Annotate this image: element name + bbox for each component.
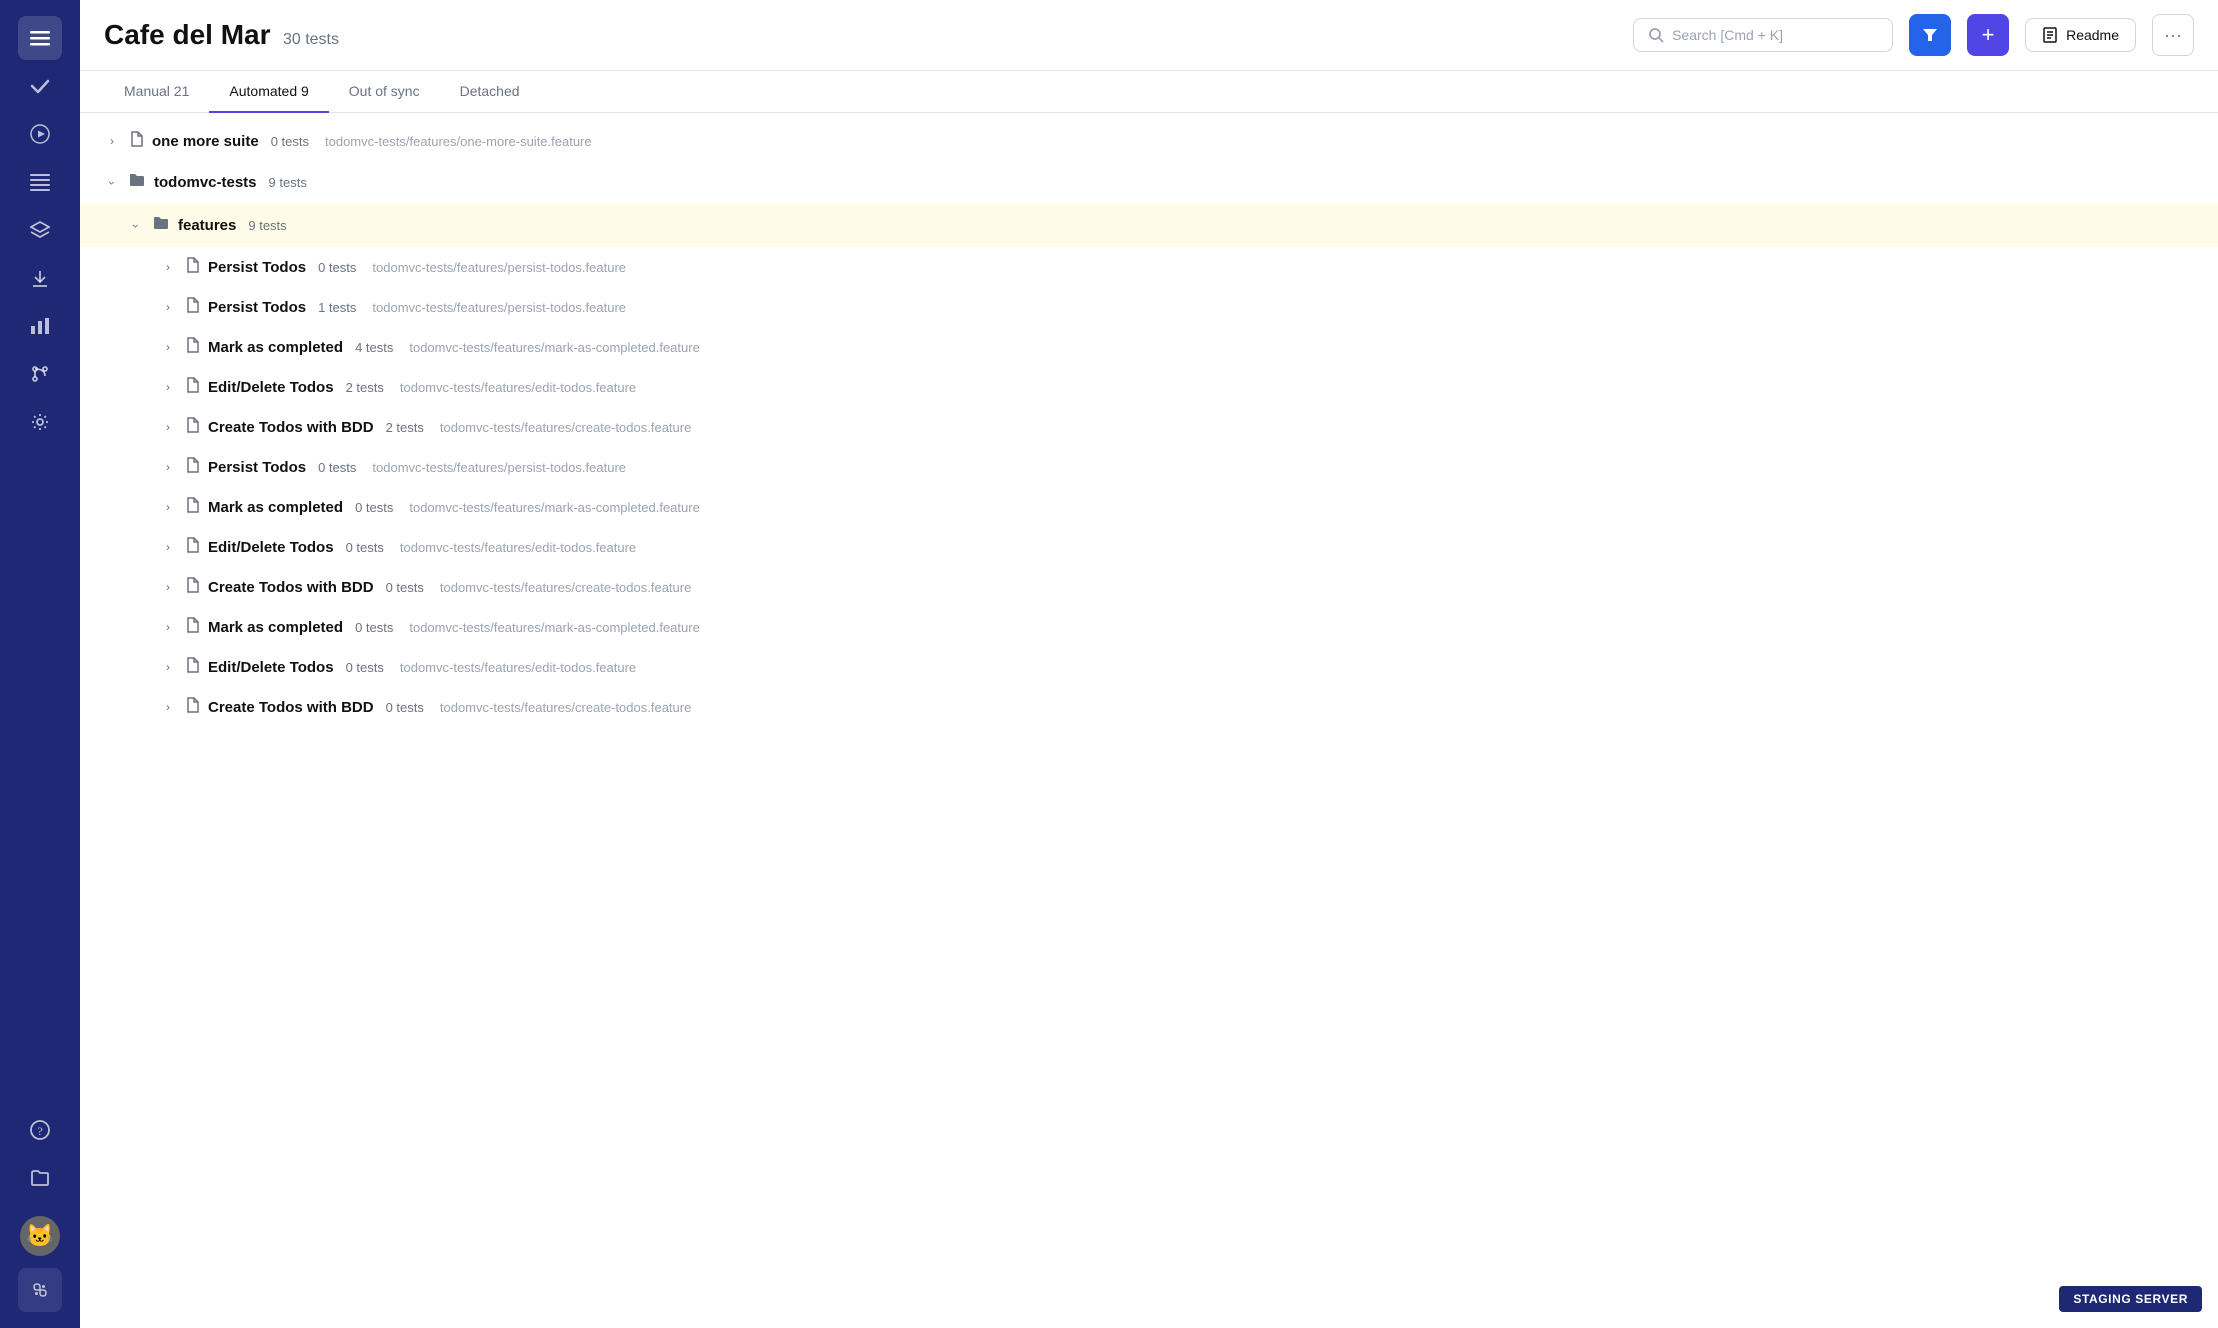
chevron-icon: › [160, 659, 176, 675]
tab-detached[interactable]: Detached [440, 71, 540, 113]
suite-list: › one more suite 0 tests todomvc-tests/f… [80, 113, 2218, 1328]
page-title: Cafe del Mar 30 tests [104, 19, 339, 51]
chevron-icon: › [160, 259, 176, 275]
file-icon [128, 131, 144, 151]
list-item[interactable]: › Mark as completed 4 tests todomvc-test… [80, 327, 2218, 367]
list-item[interactable]: › features 9 tests [80, 204, 2218, 247]
more-button[interactable]: ··· [2152, 14, 2194, 56]
file-icon [184, 697, 200, 717]
search-icon [1648, 27, 1664, 43]
list-item[interactable]: › Create Todos with BDD 2 tests todomvc-… [80, 407, 2218, 447]
tabs: Manual 21 Automated 9 Out of sync Detach… [80, 71, 2218, 113]
sidebar-icon-chart[interactable] [18, 304, 62, 348]
sidebar-icon-layers[interactable] [18, 208, 62, 252]
file-icon [184, 417, 200, 437]
sidebar-icon-git[interactable] [18, 352, 62, 396]
sidebar-icon-check[interactable] [18, 64, 62, 108]
tab-automated[interactable]: Automated 9 [209, 71, 328, 113]
sidebar-icon-settings[interactable] [18, 400, 62, 444]
chevron-icon: › [160, 699, 176, 715]
readme-label: Readme [2066, 27, 2119, 43]
file-icon [184, 457, 200, 477]
sidebar-icon-folder[interactable] [18, 1156, 62, 1200]
chevron-icon: › [160, 419, 176, 435]
list-item[interactable]: › one more suite 0 tests todomvc-tests/f… [80, 121, 2218, 161]
file-icon [184, 377, 200, 397]
svg-text:?: ? [37, 1124, 42, 1138]
readme-button[interactable]: Readme [2025, 18, 2136, 52]
list-item[interactable]: › Edit/Delete Todos 0 tests todomvc-test… [80, 647, 2218, 687]
file-icon [184, 297, 200, 317]
list-item[interactable]: › Persist Todos 1 tests todomvc-tests/fe… [80, 287, 2218, 327]
sidebar-icon-play[interactable] [18, 112, 62, 156]
list-item[interactable]: › Create Todos with BDD 0 tests todomvc-… [80, 567, 2218, 607]
filter-button[interactable] [1909, 14, 1951, 56]
file-icon [184, 657, 200, 677]
list-item[interactable]: › Persist Todos 0 tests todomvc-tests/fe… [80, 447, 2218, 487]
list-item[interactable]: › todomvc-tests 9 tests [80, 161, 2218, 204]
search-placeholder: Search [Cmd + K] [1672, 27, 1783, 43]
list-item[interactable]: › Create Todos with BDD 0 tests todomvc-… [80, 687, 2218, 727]
user-avatar[interactable]: 🐱 [20, 1216, 60, 1256]
chevron-icon: › [160, 339, 176, 355]
folder-icon [128, 171, 146, 194]
chevron-icon: › [160, 459, 176, 475]
header: Cafe del Mar 30 tests Search [Cmd + K] +… [80, 0, 2218, 71]
sidebar-icon-list[interactable] [18, 160, 62, 204]
sidebar-icon-import[interactable] [18, 256, 62, 300]
main-content: Cafe del Mar 30 tests Search [Cmd + K] +… [80, 0, 2218, 1328]
tab-manual[interactable]: Manual 21 [104, 71, 209, 113]
sidebar-icon-menu[interactable] [18, 16, 62, 60]
chevron-icon: › [104, 175, 120, 191]
chevron-icon: › [160, 619, 176, 635]
filter-icon [1921, 26, 1939, 44]
chevron-icon: › [160, 379, 176, 395]
chevron-icon: › [160, 499, 176, 515]
chevron-icon: › [160, 579, 176, 595]
search-bar[interactable]: Search [Cmd + K] [1633, 18, 1893, 52]
chevron-icon: › [160, 539, 176, 555]
file-icon [184, 617, 200, 637]
list-item[interactable]: › Mark as completed 0 tests todomvc-test… [80, 487, 2218, 527]
file-icon [184, 337, 200, 357]
file-icon [184, 257, 200, 277]
chevron-icon: › [104, 133, 120, 149]
tab-out-of-sync[interactable]: Out of sync [329, 71, 440, 113]
chevron-icon: › [160, 299, 176, 315]
list-item[interactable]: › Persist Todos 0 tests todomvc-tests/fe… [80, 247, 2218, 287]
sidebar: ? 🐱 [0, 0, 80, 1328]
list-item[interactable]: › Mark as completed 0 tests todomvc-test… [80, 607, 2218, 647]
cmd-shortcut[interactable] [18, 1268, 62, 1312]
list-item[interactable]: › Edit/Delete Todos 0 tests todomvc-test… [80, 527, 2218, 567]
folder-icon [152, 214, 170, 237]
add-button[interactable]: + [1967, 14, 2009, 56]
readme-icon [2042, 27, 2058, 43]
chevron-icon: › [128, 218, 144, 234]
file-icon [184, 537, 200, 557]
file-icon [184, 497, 200, 517]
file-icon [184, 577, 200, 597]
staging-badge: STAGING SERVER [2059, 1286, 2202, 1312]
sidebar-icon-help[interactable]: ? [18, 1108, 62, 1152]
list-item[interactable]: › Edit/Delete Todos 2 tests todomvc-test… [80, 367, 2218, 407]
